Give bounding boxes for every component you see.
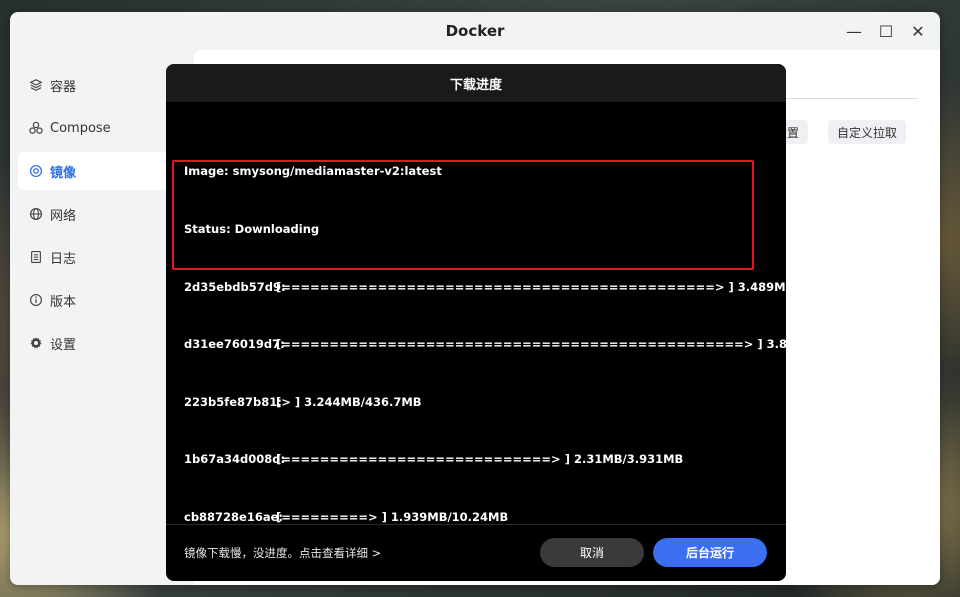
download-log: Image: smysong/mediamaster-v2:latest Sta…: [184, 124, 786, 566]
sidebar-item-label: 版本: [50, 294, 77, 310]
sidebar-item-label: 网络: [50, 208, 77, 224]
globe-icon: [28, 206, 44, 222]
slow-download-help-link[interactable]: 镜像下载慢，没进度。点击查看详细 >: [184, 545, 381, 561]
layer-progress: [=======================================…: [276, 337, 786, 352]
docker-window: Docker — ☐ ✕ 容器 Compose 镜像 网络 日志 版本 设置 设…: [10, 12, 940, 585]
maximize-icon: ☐: [878, 21, 894, 41]
sidebar-item-network[interactable]: 网络: [18, 195, 170, 233]
layer-row: 2d35ebdb57d9: [=========================…: [184, 278, 786, 297]
custom-pull-button[interactable]: 自定义拉取: [828, 120, 907, 144]
layer-progress: [============================> ] 2.31MB/…: [276, 452, 684, 467]
layers-icon: [28, 77, 44, 93]
sidebar-item-compose[interactable]: Compose: [18, 109, 170, 147]
dialog-title: 下载进度: [449, 77, 502, 93]
document-icon: [28, 249, 44, 265]
title-bar[interactable]: Docker — ☐ ✕: [10, 12, 940, 50]
layer-id: d31ee76019d7:: [184, 337, 285, 352]
sidebar-item-images[interactable]: 镜像: [18, 152, 170, 190]
layer-progress: [> ] 3.244MB/436.7MB: [276, 394, 422, 409]
gear-icon: [28, 335, 44, 351]
layer-id: 2d35ebdb57d9:: [184, 279, 286, 294]
layer-id: 223b5fe87b81:: [184, 394, 282, 409]
sidebar-item-version[interactable]: 版本: [18, 281, 170, 319]
image-line: Image: smysong/mediamaster-v2:latest: [184, 164, 442, 179]
maximize-button[interactable]: ☐: [870, 15, 902, 47]
minimize-icon: —: [846, 21, 862, 41]
status-line: Status: Downloading: [184, 222, 320, 237]
cancel-button[interactable]: 取消: [540, 538, 644, 567]
sidebar-item-label: 容器: [50, 79, 77, 95]
sidebar-item-settings[interactable]: 设置: [18, 324, 170, 362]
sidebar-item-label: 设置: [50, 337, 77, 353]
cluster-icon: [28, 120, 44, 136]
close-icon: ✕: [911, 21, 925, 41]
sidebar: 容器 Compose 镜像 网络 日志 版本 设置: [10, 64, 178, 367]
window-controls: — ☐ ✕: [838, 12, 934, 50]
sidebar-item-label: 镜像: [50, 165, 77, 181]
minimize-button[interactable]: —: [838, 15, 870, 47]
close-button[interactable]: ✕: [902, 15, 934, 47]
dialog-footer: 镜像下载慢，没进度。点击查看详细 > 取消 后台运行: [166, 524, 786, 581]
target-icon: [28, 163, 44, 179]
layer-row: d31ee76019d7: [=========================…: [184, 335, 786, 354]
content-divider: [784, 98, 918, 99]
info-icon: [28, 292, 44, 308]
dialog-header: 下载进度: [166, 64, 786, 102]
layer-row: 223b5fe87b81: [> ] 3.244MB/436.7MB: [184, 393, 786, 412]
layer-id: 1b67a34d008d:: [184, 452, 286, 467]
window-title: Docker: [445, 22, 505, 40]
layer-progress: [=======================================…: [276, 279, 786, 294]
layer-row: 1b67a34d008d: [=========================…: [184, 450, 786, 469]
sidebar-item-logs[interactable]: 日志: [18, 238, 170, 276]
sidebar-item-label: Compose: [50, 120, 111, 136]
sidebar-item-label: 日志: [50, 251, 77, 267]
run-in-background-button[interactable]: 后台运行: [653, 538, 767, 567]
download-progress-dialog: 下载进度 Image: smysong/mediamaster-v2:lates…: [166, 64, 786, 581]
sidebar-item-containers[interactable]: 容器: [18, 66, 170, 104]
